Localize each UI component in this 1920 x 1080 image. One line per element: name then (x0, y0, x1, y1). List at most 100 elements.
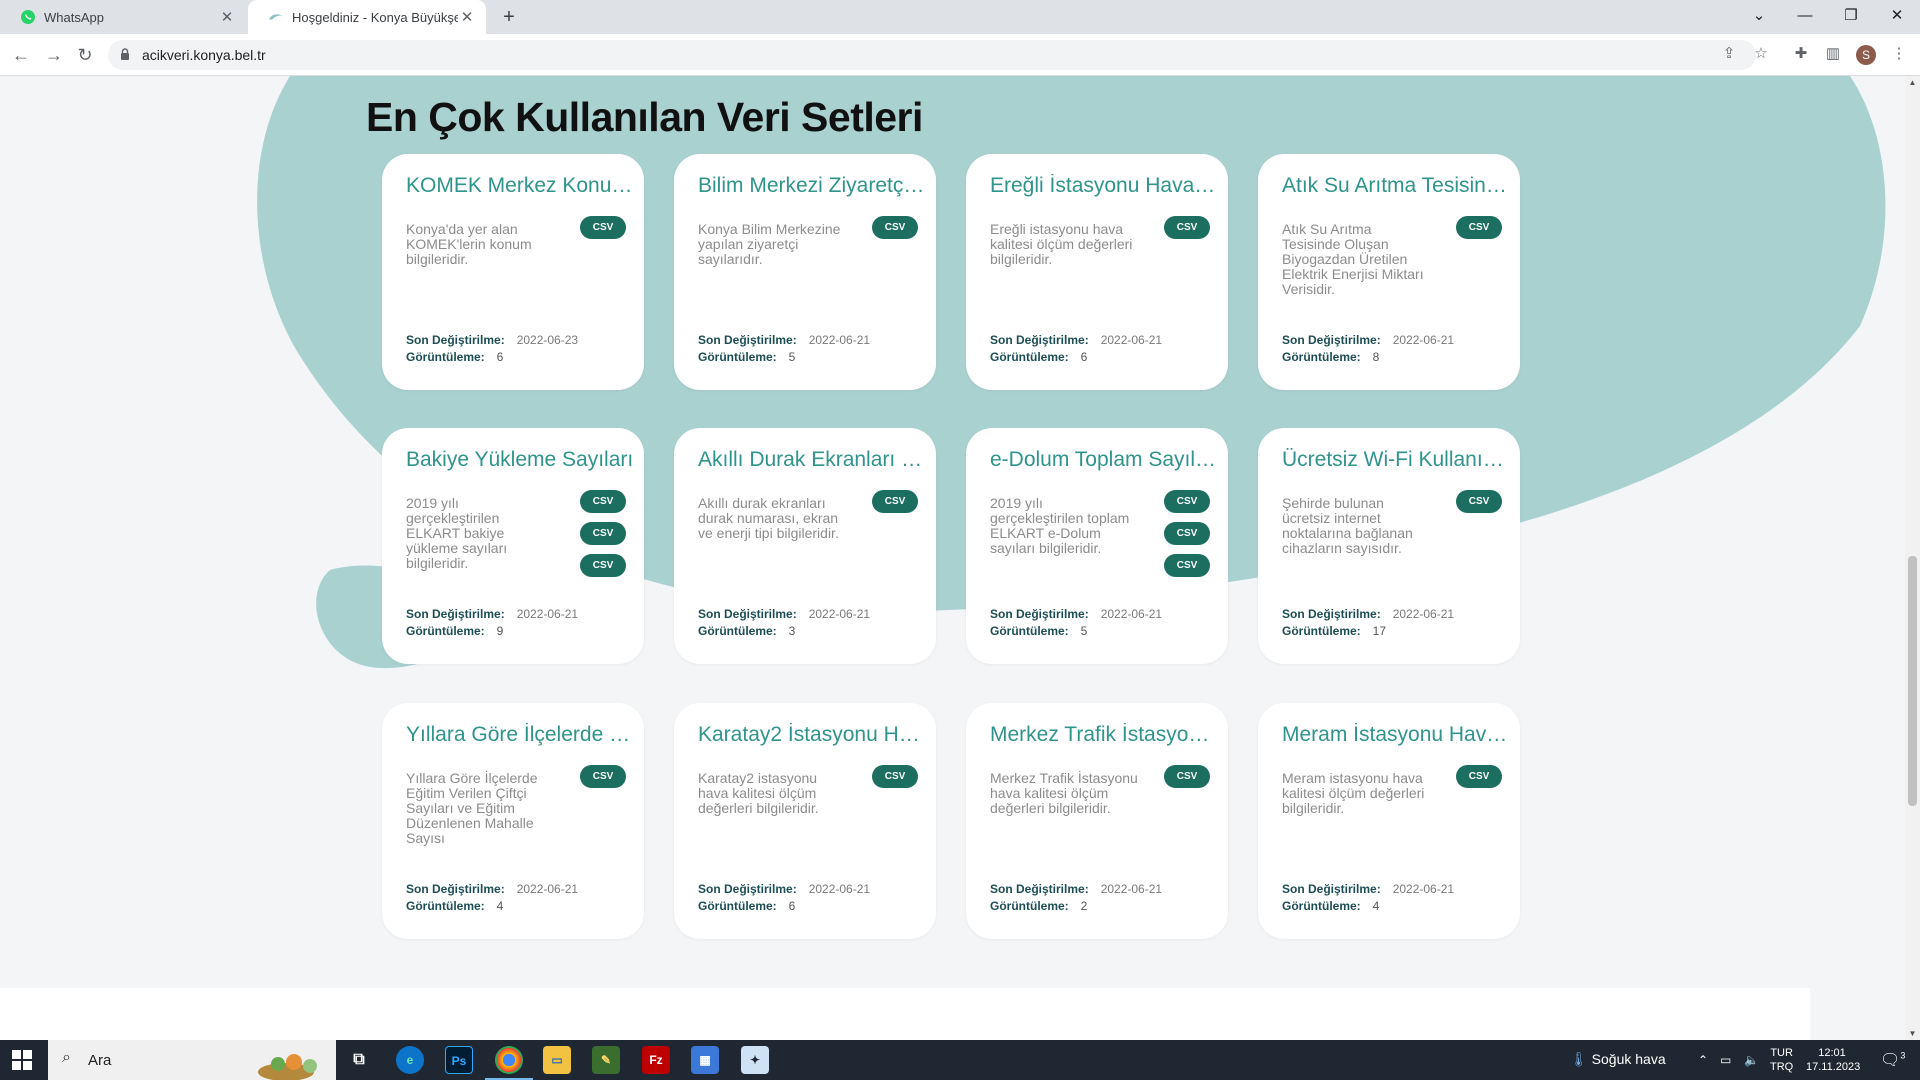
csv-badge[interactable]: CSV (1164, 216, 1210, 239)
csv-badge[interactable]: CSV (1164, 522, 1210, 545)
tray-overflow-icon[interactable]: ⌃ (1698, 1040, 1708, 1080)
dataset-description: Konya Bilim Merkezine yapılan ziyaretçi … (698, 221, 841, 267)
dataset-card[interactable]: Bilim Merkezi Ziyaretçi Sayıları Konya Bi… (674, 154, 936, 390)
views-count: 6 (1080, 350, 1088, 364)
clock-date: 17.11.2023 (1806, 1061, 1861, 1073)
csv-badge[interactable]: CSV (872, 216, 918, 239)
dataset-card[interactable]: Meram İstasyonu Hava Kalitesi Meram istas… (1258, 703, 1520, 939)
weather-widget[interactable]: 🌡 Soğuk hava (1570, 1051, 1666, 1068)
language-indicator[interactable]: TUR TRQ (1770, 1046, 1793, 1074)
side-panel-icon[interactable]: ▥ (1822, 43, 1844, 65)
filezilla-icon[interactable]: Fz (642, 1046, 670, 1074)
volume-icon[interactable]: 🔈 (1744, 1040, 1759, 1080)
minimize-button[interactable]: — (1782, 0, 1828, 34)
dataset-card[interactable]: Merkez Trafik İstasyonu Hava Kalitesi Mer… (966, 703, 1228, 939)
csv-badge[interactable]: CSV (1164, 490, 1210, 513)
dataset-title[interactable]: Akıllı Durak Ekranları Bilgileri (698, 448, 926, 472)
dataset-title[interactable]: Bilim Merkezi Ziyaretçi Sayıları (698, 174, 926, 198)
dataset-description: 2019 yılı gerçekleştirilen toplam ELKART… (990, 495, 1130, 556)
csv-badge[interactable]: CSV (1456, 765, 1502, 788)
modified-label: Son Değiştirilme: (1282, 333, 1381, 347)
windows-start-icon[interactable] (12, 1050, 32, 1070)
dataset-description: Yıllara Göre İlçelerde Eğitim Verilen Çi… (406, 770, 538, 846)
csv-badge[interactable]: CSV (580, 216, 626, 239)
dataset-title[interactable]: Yıllara Göre İlçelerde Eğitim (406, 723, 634, 747)
csv-badge[interactable]: CSV (872, 490, 918, 513)
forward-button[interactable]: → (40, 41, 68, 69)
views-label: Görüntüleme: (406, 899, 485, 913)
reload-button[interactable]: ↻ (71, 41, 99, 69)
dataset-title[interactable]: Bakiye Yükleme Sayıları (406, 448, 634, 472)
extensions-icon[interactable]: ✚ (1790, 43, 1812, 65)
tab-whatsapp[interactable]: WhatsApp ✕ (0, 0, 246, 34)
file-explorer-icon[interactable]: ▭ (543, 1046, 571, 1074)
paint-icon[interactable]: ✦ (741, 1046, 769, 1074)
address-bar[interactable]: acikveri.konya.bel.tr (108, 40, 1756, 70)
dataset-card[interactable]: e-Dolum Toplam Sayıları 2019 yılı gerçekl… (966, 428, 1228, 664)
dataset-title[interactable]: Karatay2 İstasyonu Hava Kalitesi (698, 723, 926, 747)
views-row: Görüntüleme: 6 (990, 350, 1087, 364)
csv-badge[interactable]: CSV (580, 490, 626, 513)
taskbar-search-box[interactable]: ⌕ Ara (48, 1040, 336, 1080)
csv-badge[interactable]: CSV (580, 765, 626, 788)
notification-center-icon[interactable]: 🗨3 (1880, 1050, 1905, 1070)
network-icon[interactable]: ▭ (1720, 1040, 1731, 1080)
new-tab-button[interactable]: + (496, 4, 522, 30)
csv-badge[interactable]: CSV (1456, 216, 1502, 239)
whatsapp-icon (21, 10, 35, 24)
profile-avatar[interactable]: S (1856, 45, 1876, 65)
modified-label: Son Değiştirilme: (990, 333, 1089, 347)
modified-date: 2022-06-21 (1392, 607, 1455, 621)
csv-badge[interactable]: CSV (872, 765, 918, 788)
chrome-icon[interactable] (485, 1046, 533, 1080)
csv-badge[interactable]: CSV (1456, 490, 1502, 513)
edge-icon[interactable]: e (396, 1046, 424, 1074)
tab-search-icon[interactable]: ⌄ (1736, 0, 1782, 34)
dataset-card[interactable]: Ücretsiz Wi-Fi Kullanıcı Sayısı Şehirde b… (1258, 428, 1520, 664)
tab-konya[interactable]: Hoşgeldiniz - Konya Büyükşehir ✕ (248, 0, 486, 34)
format-badges: CSV (580, 216, 626, 248)
dataset-card[interactable]: KOMEK Merkez Konum Bilgileri Konya'da yer… (382, 154, 644, 390)
page-scrollbar[interactable]: ▲ ▼ (1905, 76, 1920, 1040)
dataset-card[interactable]: Bakiye Yükleme Sayıları 2019 yılı gerçekl… (382, 428, 644, 664)
dataset-card[interactable]: Atık Su Arıtma Tesisinde Oluşan Biyogaz A… (1258, 154, 1520, 390)
share-icon[interactable]: ⇪ (1718, 43, 1740, 65)
dataset-card[interactable]: Karatay2 İstasyonu Hava Kalitesi Karatay2… (674, 703, 936, 939)
dataset-title[interactable]: Ereğli İstasyonu Hava Kalitesi (990, 174, 1218, 198)
dataset-title[interactable]: Ücretsiz Wi-Fi Kullanıcı Sayısı (1282, 448, 1510, 472)
csv-badge[interactable]: CSV (1164, 765, 1210, 788)
decorative-blob (257, 76, 1886, 669)
dataset-description: Atık Su Arıtma Tesisinde Oluşan Biyogazd… (1282, 221, 1424, 297)
restore-button[interactable]: ❐ (1828, 0, 1874, 34)
close-tab-icon[interactable]: ✕ (218, 8, 236, 26)
dataset-title[interactable]: Atık Su Arıtma Tesisinde Oluşan Biyogaz (1282, 174, 1510, 198)
clock[interactable]: 12:01 17.11.2023 (1806, 1046, 1861, 1074)
dataset-card[interactable]: Ereğli İstasyonu Hava Kalitesi Ereğli ist… (966, 154, 1228, 390)
views-count: 3 (788, 624, 796, 638)
close-tab-icon[interactable]: ✕ (458, 8, 476, 26)
views-row: Görüntüleme: 4 (406, 899, 503, 913)
calculator-icon[interactable]: ▦ (691, 1046, 719, 1074)
menu-kebab-icon[interactable]: ⋮ (1888, 43, 1910, 65)
views-count: 6 (788, 899, 796, 913)
scroll-up-arrow[interactable]: ▲ (1905, 78, 1920, 87)
dataset-title[interactable]: Meram İstasyonu Hava Kalitesi (1282, 723, 1510, 747)
dataset-title[interactable]: KOMEK Merkez Konum Bilgileri (406, 174, 634, 198)
task-view-icon[interactable]: ⧉ (345, 1046, 373, 1074)
dataset-card[interactable]: Akıllı Durak Ekranları Bilgileri Akıllı d… (674, 428, 936, 664)
dataset-title[interactable]: Merkez Trafik İstasyonu Hava Kalitesi (990, 723, 1218, 747)
csv-badge[interactable]: CSV (580, 554, 626, 577)
page-viewport: En Çok Kullanılan Veri Setleri KOMEK Mer… (0, 76, 1905, 1040)
close-window-button[interactable]: ✕ (1874, 0, 1920, 34)
scroll-down-arrow[interactable]: ▼ (1905, 1029, 1920, 1038)
csv-badge[interactable]: CSV (1164, 554, 1210, 577)
back-button[interactable]: ← (7, 41, 35, 69)
notes-app-icon[interactable]: ✎ (592, 1046, 620, 1074)
scrollbar-thumb[interactable] (1908, 556, 1917, 806)
photoshop-icon[interactable]: Ps (445, 1046, 473, 1074)
dataset-card[interactable]: Yıllara Göre İlçelerde Eğitim Yıllara Gör… (382, 703, 644, 939)
csv-badge[interactable]: CSV (580, 522, 626, 545)
dataset-title[interactable]: e-Dolum Toplam Sayıları (990, 448, 1218, 472)
tab-title: Hoşgeldiniz - Konya Büyükşehir (292, 9, 458, 25)
bookmark-star-icon[interactable]: ☆ (1750, 43, 1772, 65)
